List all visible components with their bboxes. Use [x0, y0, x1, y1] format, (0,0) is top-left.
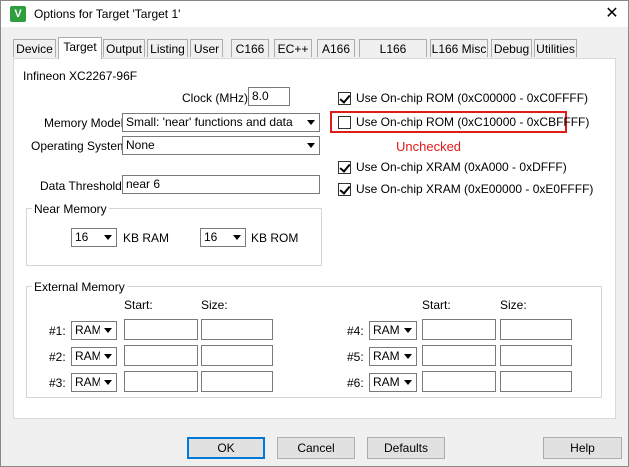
ext-row-label: #3:: [49, 376, 66, 390]
ext-5-start-input[interactable]: [422, 345, 496, 366]
tab-output[interactable]: Output: [103, 39, 145, 57]
tab-l166-locate[interactable]: L166 Locate: [359, 39, 427, 74]
help-button[interactable]: Help: [543, 437, 622, 459]
onchip-xram-1-checkbox[interactable]: [338, 161, 351, 174]
onchip-rom-1-checkbox[interactable]: [338, 92, 351, 105]
ext-6-type-select[interactable]: RAM: [369, 373, 417, 392]
onchip-rom-1-label: Use On-chip ROM (0xC00000 - 0xC0FFFF): [356, 91, 589, 105]
options-dialog: V Options for Target 'Target 1' ✕ Device…: [0, 0, 629, 467]
chevron-down-icon[interactable]: [100, 229, 116, 246]
ext-3-size-input[interactable]: [201, 371, 273, 392]
near-ram-value: 16: [75, 230, 89, 244]
onchip-rom-2-checkbox[interactable]: [338, 116, 351, 129]
external-memory-title: External Memory: [32, 280, 127, 294]
tab-a166[interactable]: A166: [317, 39, 355, 57]
tab-utilities[interactable]: Utilities: [534, 39, 577, 57]
onchip-xram-2-checkbox[interactable]: [338, 183, 351, 196]
near-rom-select[interactable]: 16: [200, 228, 246, 247]
ext-5-size-input[interactable]: [500, 345, 572, 366]
tab-listing[interactable]: Listing: [147, 39, 188, 57]
clock-label: Clock (MHz):: [182, 91, 252, 105]
window-title: Options for Target 'Target 1': [34, 7, 181, 21]
ext-2-size-input[interactable]: [201, 345, 273, 366]
tab-device[interactable]: Device: [13, 39, 56, 57]
start-header-right: Start:: [422, 298, 451, 312]
ext-2-start-input[interactable]: [124, 345, 198, 366]
memory-model-label: Memory Model:: [44, 116, 127, 130]
chevron-down-icon[interactable]: [100, 348, 116, 365]
tab-l166-misc[interactable]: L166 Misc: [430, 39, 488, 57]
ext-3-start-input[interactable]: [124, 371, 198, 392]
ext-5-type-select[interactable]: RAM: [369, 347, 417, 366]
ext-6-start-input[interactable]: [422, 371, 496, 392]
size-header-left: Size:: [201, 298, 228, 312]
operating-system-select[interactable]: None: [122, 136, 320, 155]
near-ram-label: KB RAM: [123, 231, 170, 245]
ext-row-label: #6:: [347, 376, 364, 390]
near-ram-select[interactable]: 16: [71, 228, 117, 247]
tab-c166[interactable]: C166: [231, 39, 269, 57]
data-threshold-label: Data Threshold:: [40, 179, 126, 193]
chevron-down-icon[interactable]: [100, 374, 116, 391]
tab-user[interactable]: User: [190, 39, 223, 57]
ext-row-label: #2:: [49, 350, 66, 364]
ext-6-type-value: RAM: [373, 375, 400, 389]
cancel-button[interactable]: Cancel: [277, 437, 355, 459]
ext-row-label: #1:: [49, 324, 66, 338]
chevron-down-icon[interactable]: [303, 114, 319, 131]
start-header-left: Start:: [124, 298, 153, 312]
annotation-unchecked: Unchecked: [396, 139, 462, 154]
near-memory-title: Near Memory: [32, 202, 109, 216]
ext-6-size-input[interactable]: [500, 371, 572, 392]
ext-4-type-select[interactable]: RAM: [369, 321, 417, 340]
ext-4-size-input[interactable]: [500, 319, 572, 340]
operating-system-value: None: [126, 138, 155, 152]
memory-model-value: Small: 'near' functions and data: [126, 115, 293, 129]
clock-input[interactable]: 8.0: [248, 87, 290, 106]
chevron-down-icon[interactable]: [303, 137, 319, 154]
ext-2-type-select[interactable]: RAM: [71, 347, 117, 366]
chevron-down-icon[interactable]: [229, 229, 245, 246]
close-icon[interactable]: ✕: [601, 4, 623, 24]
ext-3-type-value: RAM: [75, 375, 102, 389]
target-panel: Infineon XC2267-96F Clock (MHz): 8.0 Mem…: [13, 58, 616, 419]
app-logo-icon: V: [10, 6, 26, 22]
ext-1-type-select[interactable]: RAM: [71, 321, 117, 340]
ext-1-size-input[interactable]: [201, 319, 273, 340]
near-rom-value: 16: [204, 230, 218, 244]
onchip-xram-2-label: Use On-chip XRAM (0xE00000 - 0xE0FFFF): [356, 182, 594, 196]
ext-row-label: #4:: [347, 324, 364, 338]
near-rom-label: KB ROM: [251, 231, 299, 245]
operating-system-label: Operating System:: [31, 139, 131, 153]
defaults-button[interactable]: Defaults: [367, 437, 445, 459]
ext-row-label: #5:: [347, 350, 364, 364]
ext-3-type-select[interactable]: RAM: [71, 373, 117, 392]
memory-model-select[interactable]: Small: 'near' functions and data: [122, 113, 320, 132]
chevron-down-icon[interactable]: [400, 374, 416, 391]
ext-2-type-value: RAM: [75, 349, 102, 363]
chevron-down-icon[interactable]: [400, 348, 416, 365]
ok-button[interactable]: OK: [187, 437, 265, 459]
ext-5-type-value: RAM: [373, 349, 400, 363]
ext-1-type-value: RAM: [75, 323, 102, 337]
title-bar: V Options for Target 'Target 1' ✕: [1, 1, 628, 27]
tab-ecpp[interactable]: EC++: [274, 39, 312, 57]
size-header-right: Size:: [500, 298, 527, 312]
device-name: Infineon XC2267-96F: [23, 69, 138, 83]
tab-target[interactable]: Target: [58, 37, 102, 59]
onchip-rom-2-label: Use On-chip ROM (0xC10000 - 0xCBFFFF): [356, 115, 590, 129]
tab-debug[interactable]: Debug: [491, 39, 532, 57]
chevron-down-icon[interactable]: [100, 322, 116, 339]
ext-4-start-input[interactable]: [422, 319, 496, 340]
ext-1-start-input[interactable]: [124, 319, 198, 340]
data-threshold-input[interactable]: near 6: [122, 175, 320, 194]
chevron-down-icon[interactable]: [400, 322, 416, 339]
ext-4-type-value: RAM: [373, 323, 400, 337]
onchip-xram-1-label: Use On-chip XRAM (0xA000 - 0xDFFF): [356, 160, 567, 174]
